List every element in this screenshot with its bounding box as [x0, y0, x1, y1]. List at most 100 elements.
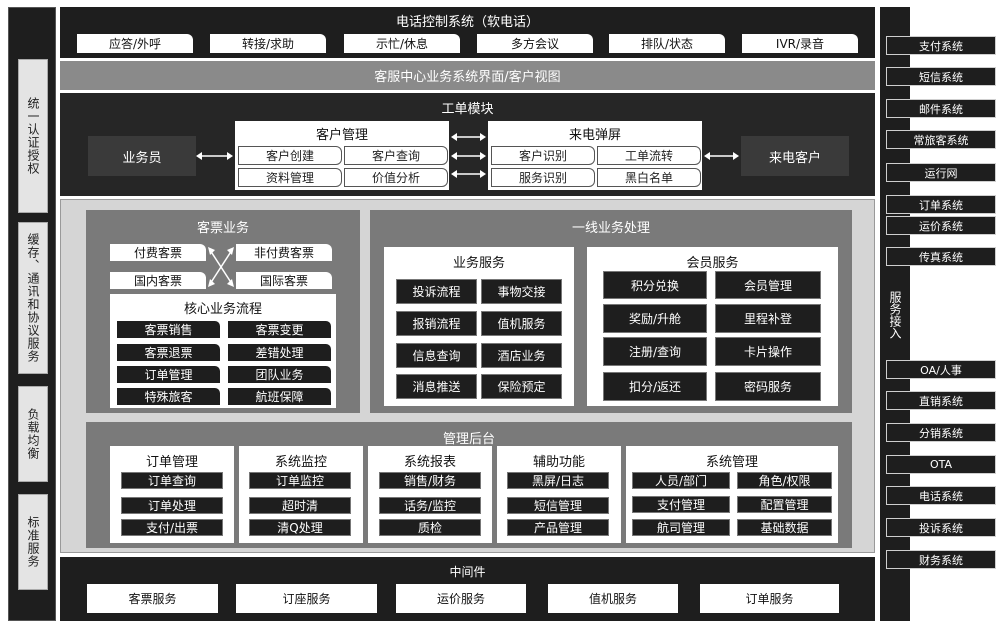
admin-system-mgmt-column: 系统管理 人员/部门 角色/权限 支付管理 配置管理 航司管理 基础数据 — [626, 446, 838, 543]
admin-aux-title: 辅助功能 — [532, 455, 585, 470]
incoming-popup-panel: 来电弹屏 客户识别 工单流转 服务识别 黑白名单 — [488, 121, 702, 190]
insurance-booking-chip[interactable]: 保险预定 — [481, 374, 562, 399]
admin-monitor-column: 系统监控 订单监控 超时清 清Q处理 — [239, 446, 363, 543]
flight-support-chip[interactable]: 航班保障 — [228, 388, 331, 405]
paid-ticket-chip[interactable]: 付费客票 — [110, 244, 206, 261]
ticket-change-chip[interactable]: 客票变更 — [228, 321, 331, 338]
payment-management-chip[interactable]: 支付管理 — [632, 496, 730, 513]
product-management-chip[interactable]: 产品管理 — [507, 519, 609, 536]
airline-management-chip[interactable]: 航司管理 — [632, 519, 730, 536]
service-access-label: 服务接入 — [888, 291, 902, 339]
role-permission-chip[interactable]: 角色/权限 — [737, 472, 832, 489]
mgmt-popup-arrow-1-icon — [451, 133, 486, 141]
pay-issue-chip[interactable]: 支付/出票 — [121, 519, 223, 536]
international-ticket-chip[interactable]: 国际客票 — [236, 272, 332, 289]
customer-identify-chip[interactable]: 客户识别 — [491, 146, 595, 165]
busy-rest-button[interactable]: 示忙/休息 — [344, 34, 460, 53]
direct-sales-system-item[interactable]: 直销系统 — [886, 391, 996, 410]
finance-system-item[interactable]: 财务系统 — [886, 550, 996, 569]
mgmt-popup-arrow-2-icon — [451, 152, 486, 160]
order-query-chip[interactable]: 订单查询 — [121, 472, 223, 489]
complaint-flow-chip[interactable]: 投诉流程 — [396, 279, 477, 304]
password-service-chip[interactable]: 密码服务 — [715, 372, 821, 401]
info-query-chip[interactable]: 信息查询 — [396, 343, 477, 368]
fax-system-item[interactable]: 传真系统 — [886, 247, 996, 266]
answer-dial-button[interactable]: 应答/外呼 — [77, 34, 193, 53]
order-processing-chip[interactable]: 订单处理 — [121, 497, 223, 514]
fare-service-chip[interactable]: 运价服务 — [396, 584, 526, 613]
admin-monitor-title: 系统监控 — [274, 455, 327, 470]
agent-customer-arrow-icon — [196, 152, 233, 160]
handover-chip[interactable]: 事物交接 — [481, 279, 562, 304]
hotel-business-chip[interactable]: 酒店业务 — [481, 343, 562, 368]
distribution-system-item[interactable]: 分销系统 — [886, 423, 996, 442]
member-service-title: 会员服务 — [686, 256, 739, 271]
base-data-chip[interactable]: 基础数据 — [737, 519, 832, 536]
order-service-chip[interactable]: 订单服务 — [700, 584, 839, 613]
ivr-record-button[interactable]: IVR/录音 — [742, 34, 858, 53]
sms-system-item[interactable]: 短信系统 — [886, 67, 996, 86]
phone-system-item[interactable]: 电话系统 — [886, 486, 996, 505]
error-handling-chip[interactable]: 差错处理 — [228, 344, 331, 361]
business-service-panel: 业务服务 投诉流程 事物交接 报销流程 值机服务 信息查询 酒店业务 消息推送 … — [384, 247, 574, 406]
customer-create-chip[interactable]: 客户创建 — [238, 146, 342, 165]
member-management-chip[interactable]: 会员管理 — [715, 271, 821, 299]
checkin-service-chip[interactable]: 值机服务 — [481, 311, 562, 336]
reward-upgrade-chip[interactable]: 奖励/升舱 — [603, 304, 707, 333]
operation-network-item[interactable]: 运行网 — [886, 163, 996, 182]
domestic-ticket-chip[interactable]: 国内客票 — [110, 272, 206, 289]
blackscreen-log-chip[interactable]: 黑屏/日志 — [507, 472, 609, 489]
message-push-chip[interactable]: 消息推送 — [396, 374, 477, 399]
quality-check-chip[interactable]: 质检 — [379, 519, 481, 536]
customer-query-chip[interactable]: 客户查询 — [344, 146, 448, 165]
cache-comm-protocol-box: 缓存、通讯和协议服务 — [18, 222, 48, 374]
group-business-chip[interactable]: 团队业务 — [228, 366, 331, 383]
q-clear-chip[interactable]: 清Q处理 — [249, 519, 351, 536]
ticket-service-chip[interactable]: 客票服务 — [87, 584, 218, 613]
ticket-sale-chip[interactable]: 客票销售 — [117, 321, 220, 338]
order-management-chip[interactable]: 订单管理 — [117, 366, 220, 383]
mileage-claim-chip[interactable]: 里程补登 — [715, 304, 821, 333]
customer-management-panel: 客户管理 客户创建 客户查询 资料管理 价值分析 — [235, 121, 449, 190]
mgmt-popup-arrow-3-icon — [451, 170, 486, 178]
ticket-refund-chip[interactable]: 客票退票 — [117, 344, 220, 361]
queue-status-button[interactable]: 排队/状态 — [609, 34, 725, 53]
oa-hr-item[interactable]: OA/人事 — [886, 360, 996, 379]
middleware-title: 中间件 — [449, 565, 486, 579]
fare-system-item[interactable]: 运价系统 — [886, 216, 996, 235]
work-order-title: 工单模块 — [441, 102, 494, 117]
traffic-monitor-chip[interactable]: 话务/监控 — [379, 497, 481, 514]
conference-button[interactable]: 多方会议 — [477, 34, 593, 53]
complaint-system-item[interactable]: 投诉系统 — [886, 518, 996, 537]
incoming-popup-title: 来电弹屏 — [568, 128, 621, 143]
mail-system-item[interactable]: 邮件系统 — [886, 99, 996, 118]
special-passenger-chip[interactable]: 特殊旅客 — [117, 388, 220, 405]
card-operation-chip[interactable]: 卡片操作 — [715, 337, 821, 366]
staff-department-chip[interactable]: 人员/部门 — [632, 472, 730, 489]
sales-finance-chip[interactable]: 销售/财务 — [379, 472, 481, 489]
ota-item[interactable]: OTA — [886, 455, 996, 474]
profile-management-chip[interactable]: 资料管理 — [238, 168, 342, 187]
unpaid-ticket-chip[interactable]: 非付费客票 — [236, 244, 332, 261]
reimbursement-flow-chip[interactable]: 报销流程 — [396, 311, 477, 336]
points-redeem-chip[interactable]: 积分兑换 — [603, 271, 707, 299]
ticket-flow-chip[interactable]: 工单流转 — [597, 146, 701, 165]
blacklist-whitelist-chip[interactable]: 黑白名单 — [597, 168, 701, 187]
register-query-chip[interactable]: 注册/查询 — [603, 337, 707, 366]
order-monitor-chip[interactable]: 订单监控 — [249, 472, 351, 489]
order-system-item[interactable]: 订单系统 — [886, 195, 996, 214]
transfer-help-button[interactable]: 转接/求助 — [210, 34, 326, 53]
value-analysis-chip[interactable]: 价值分析 — [344, 168, 448, 187]
business-service-title: 业务服务 — [452, 256, 505, 271]
timeout-clear-chip[interactable]: 超时清 — [249, 497, 351, 514]
seat-booking-service-chip[interactable]: 订座服务 — [236, 584, 377, 613]
deduct-return-chip[interactable]: 扣分/返还 — [603, 372, 707, 401]
service-identify-chip[interactable]: 服务识别 — [491, 168, 595, 187]
checkin-service-mw-chip[interactable]: 值机服务 — [548, 584, 678, 613]
customer-view-bar: 客服中心业务系统界面/客户视图 — [60, 61, 875, 90]
frequent-flyer-system-item[interactable]: 常旅客系统 — [886, 130, 996, 149]
sms-management-chip[interactable]: 短信管理 — [507, 497, 609, 514]
config-management-chip[interactable]: 配置管理 — [737, 496, 832, 513]
ticket-business-title: 客票业务 — [196, 221, 249, 236]
payment-system-item[interactable]: 支付系统 — [886, 36, 996, 55]
